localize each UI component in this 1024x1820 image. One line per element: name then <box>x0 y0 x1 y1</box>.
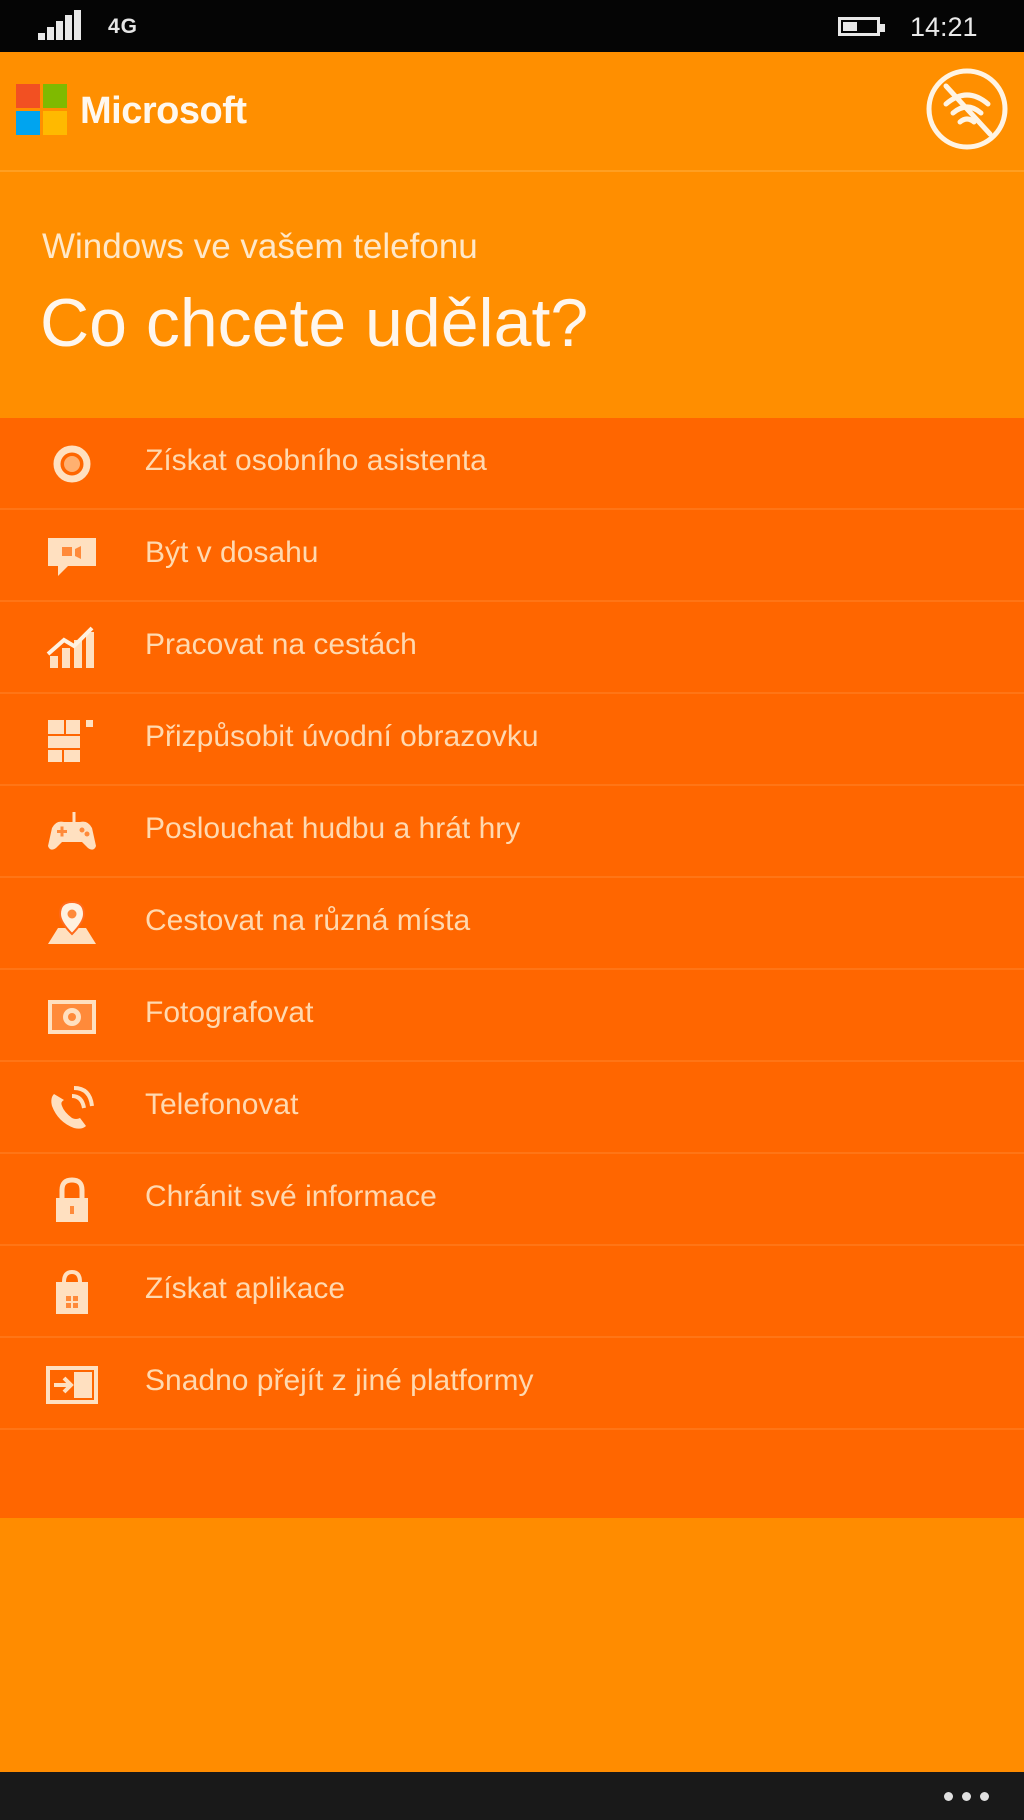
store-bag-icon <box>56 1269 88 1314</box>
menu-item-label: Snadno přejít z jiné platformy <box>145 1364 534 1397</box>
menu-item-phone-calls[interactable]: Telefonovat <box>0 1062 1024 1154</box>
menu-item-label: Poslouchat hudbu a hrát hry <box>145 812 521 845</box>
menu-item-work-on-the-go[interactable]: Pracovat na cestách <box>0 602 1024 694</box>
menu-item-label: Cestovat na různá místa <box>145 904 471 937</box>
network-type: 4G <box>108 15 139 38</box>
menu-item-personal-assistant[interactable]: Získat osobního asistenta <box>0 418 1024 510</box>
menu-item-get-apps[interactable]: Získat aplikace <box>0 1246 1024 1338</box>
microsoft-logo-icon <box>16 84 68 136</box>
camera-icon <box>48 1000 96 1034</box>
menu-item-photography[interactable]: Fotografovat <box>0 970 1024 1062</box>
bottom-app-bar <box>0 1772 1024 1820</box>
menu-item-music-and-games[interactable]: Poslouchat hudbu a hrát hry <box>0 786 1024 878</box>
more-dots-icon[interactable] <box>944 1792 990 1802</box>
cortana-icon <box>53 445 91 483</box>
menu-item-label: Pracovat na cestách <box>145 628 417 661</box>
menu-item-switch-platform[interactable]: Snadno přejít z jiné platformy <box>0 1338 1024 1430</box>
menu-item-label: Přizpůsobit úvodní obrazovku <box>145 720 539 753</box>
clock: 14:21 <box>910 12 978 42</box>
menu-item-label: Fotografovat <box>145 996 314 1029</box>
message-icon <box>48 538 96 576</box>
menu-item-protect-info[interactable]: Chránit své informace <box>0 1154 1024 1246</box>
page-subtitle: Windows ve vašem telefonu <box>42 227 478 266</box>
menu-item-label: Získat osobního asistenta <box>145 444 487 477</box>
brand-name: Microsoft <box>80 90 247 132</box>
switch-platform-icon <box>46 1366 98 1404</box>
battery-icon <box>838 17 885 36</box>
app-bar: Microsoft <box>0 52 1024 172</box>
page-header: Windows ve vašem telefonu Co chcete uděl… <box>0 172 1024 418</box>
page-footer-area <box>0 1518 1024 1772</box>
start-tiles-icon <box>48 720 93 762</box>
office-chart-icon <box>46 626 94 668</box>
signal-bars-icon <box>38 10 90 40</box>
menu-item-label: Chránit své informace <box>145 1180 437 1213</box>
phone-icon <box>51 1086 94 1129</box>
menu-item-customize-start[interactable]: Přizpůsobit úvodní obrazovku <box>0 694 1024 786</box>
menu-item-label: Získat aplikace <box>145 1272 346 1305</box>
map-pin-icon <box>48 900 96 944</box>
gamepad-icon <box>48 812 96 850</box>
status-bar: 4G 14:21 <box>0 0 1024 52</box>
menu-item-label: Telefonovat <box>145 1088 299 1121</box>
menu-item-label: Být v dosahu <box>145 536 319 569</box>
menu-item-stay-in-touch[interactable]: Být v dosahu <box>0 510 1024 602</box>
page-title: Co chcete udělat? <box>40 285 589 361</box>
no-wifi-icon[interactable] <box>924 66 1010 152</box>
lock-icon <box>56 1177 88 1222</box>
feature-list: Získat osobního asistenta Být v dosahu P… <box>0 418 1024 1518</box>
menu-item-travel[interactable]: Cestovat na různá místa <box>0 878 1024 970</box>
